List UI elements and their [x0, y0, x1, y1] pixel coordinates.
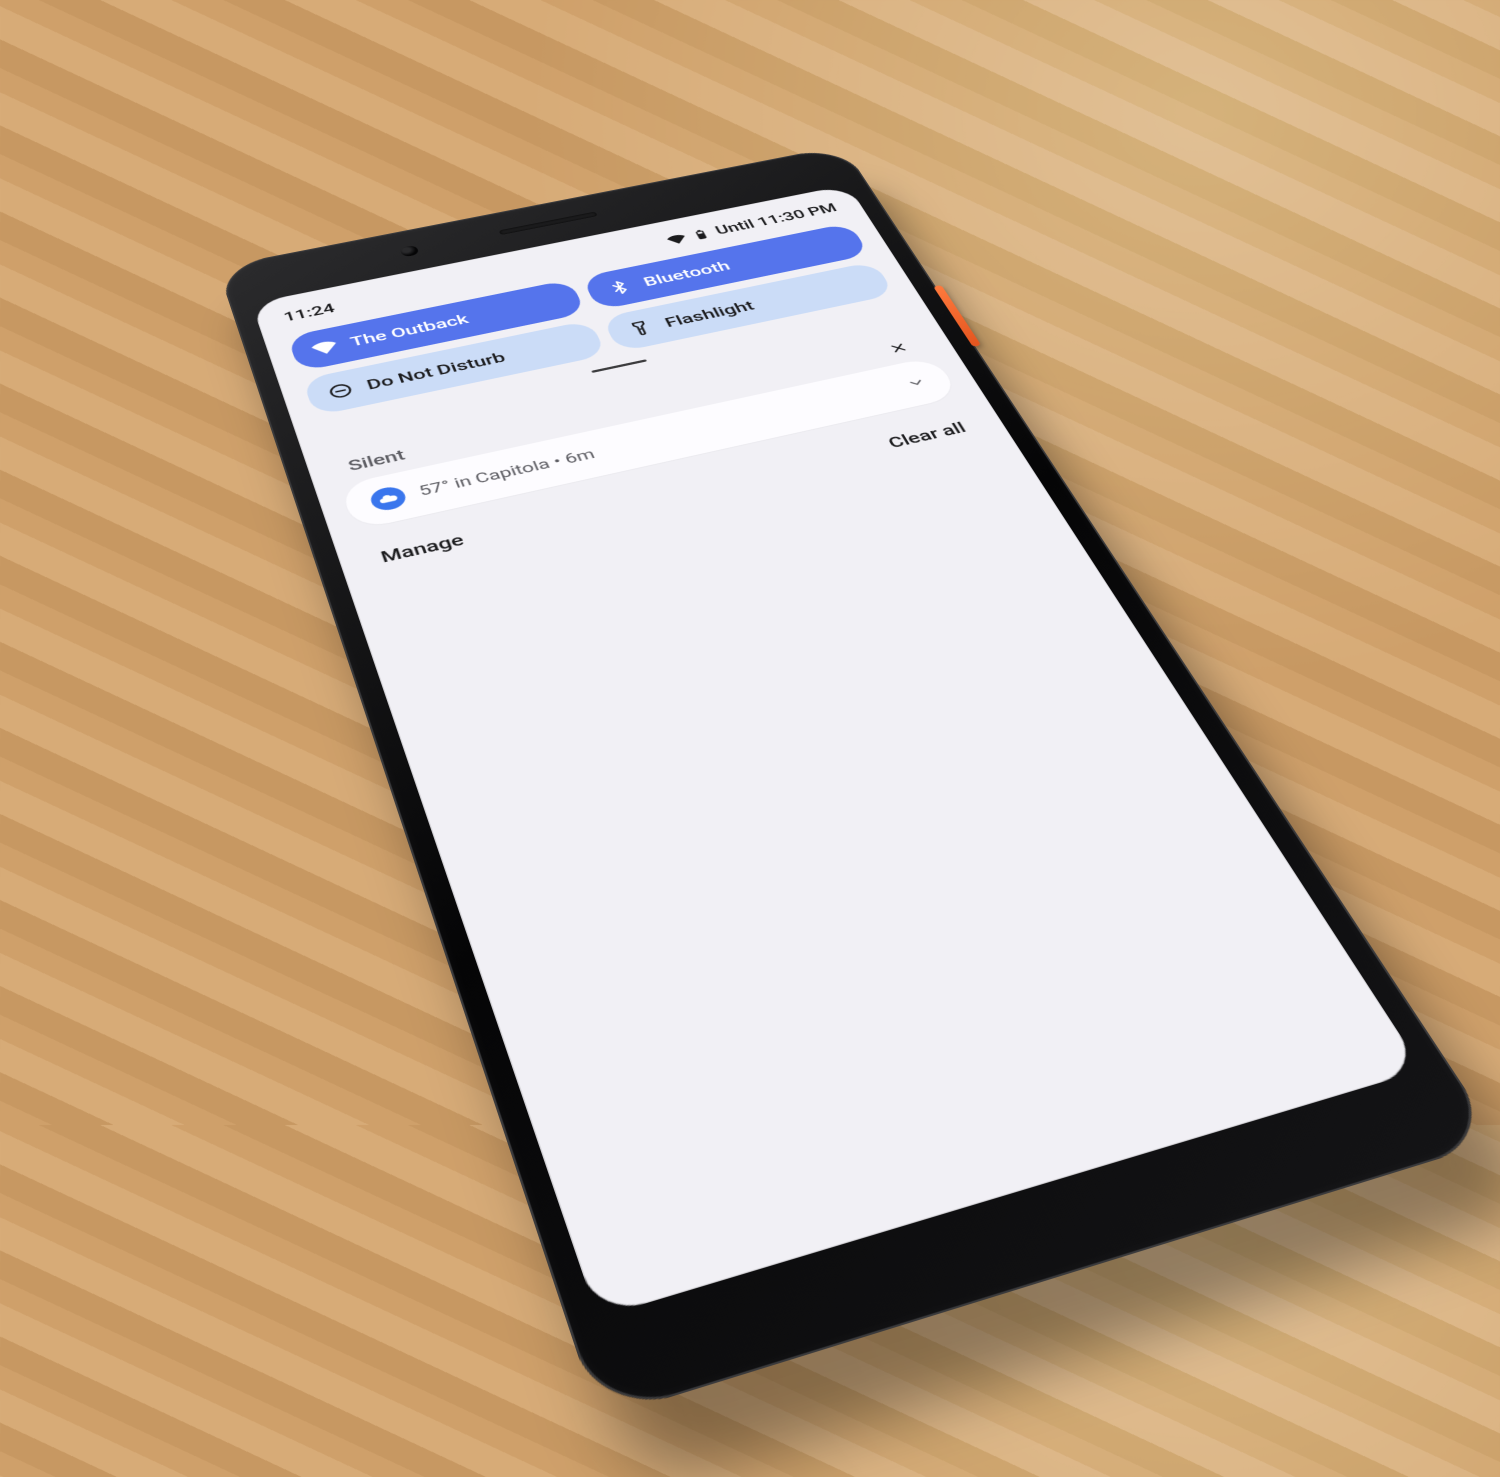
wifi-status-icon	[665, 232, 688, 246]
qs-tile-label: The Outback	[348, 311, 471, 349]
notification-age: 6m	[562, 446, 597, 466]
dismiss-section-button[interactable]	[879, 336, 918, 360]
weather-app-icon	[368, 484, 409, 513]
notif-section-label: Silent	[346, 446, 408, 474]
battery-status-icon	[689, 227, 712, 241]
flashlight-icon	[625, 319, 656, 338]
cloud-icon	[376, 490, 401, 507]
close-icon	[886, 340, 911, 355]
wifi-icon	[310, 338, 340, 357]
bluetooth-icon	[604, 278, 634, 296]
phone-device: 11:24 Until 11:30 PM The Outback	[217, 145, 1499, 1419]
notification-title: 57° in Capitola	[417, 456, 552, 499]
chevron-down-icon	[904, 375, 930, 391]
qs-tile-label: Flashlight	[662, 298, 757, 330]
qs-tile-label: Bluetooth	[641, 258, 733, 289]
clock: 11:24	[282, 301, 337, 325]
